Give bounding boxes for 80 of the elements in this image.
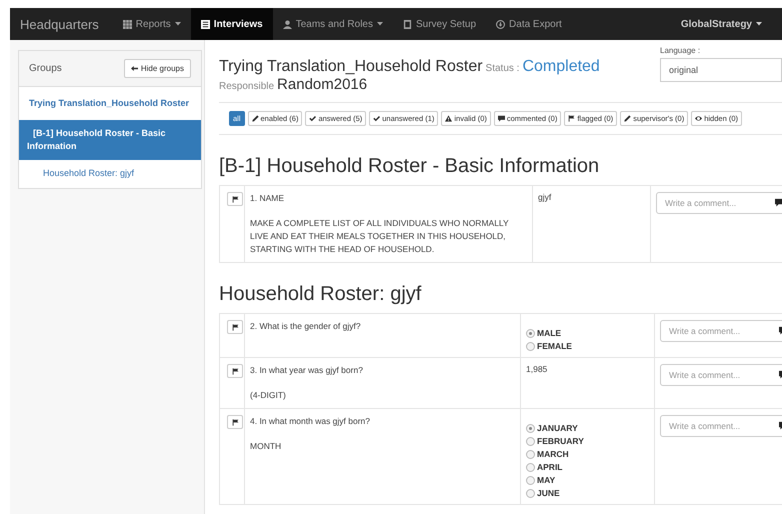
option-label: JUNE [537, 488, 560, 498]
check-icon [309, 115, 316, 122]
question-instruction: MAKE A COMPLETE LIST OF ALL INDIVIDUALS WHO NORMALLY LIVE AND EAT THEIR MEALS TOGETHER IN THIS HOUSEHOLD, STARTING WITH THE HEAD OF HOUSEHOLD. [250, 217, 510, 256]
brand-title[interactable]: Headquarters [10, 8, 113, 40]
question-text: 4. In what month was gjyf born? [250, 415, 372, 428]
radio-option[interactable]: JANUARY [526, 423, 649, 433]
question-instruction: (4-DIGIT) [250, 389, 287, 402]
group-link[interactable]: [B-1] Household Roster - Basic Information [19, 120, 201, 160]
status-label: Status : [486, 63, 520, 74]
flag-button[interactable] [227, 364, 243, 378]
comment-icon [775, 198, 782, 207]
radio-option[interactable]: FEBRUARY [526, 436, 649, 446]
section-heading: Household Roster: gjyf [219, 283, 422, 306]
radio-option[interactable]: MAY [526, 475, 649, 485]
user-icon [282, 20, 292, 28]
radio-option[interactable]: MARCH [526, 449, 649, 459]
question-text: 3. In what year was gjyf born? [250, 364, 364, 377]
nav-link[interactable]: Data Export [486, 8, 572, 40]
language-select[interactable]: original [660, 58, 782, 82]
answer-text: gjyf [538, 192, 552, 202]
option-label: MALE [537, 328, 562, 338]
option-label: JANUARY [537, 423, 578, 433]
option-label: MARCH [537, 449, 569, 459]
hide-groups-button[interactable]: Hide groups [124, 59, 191, 78]
flag-icon [232, 418, 238, 426]
answer-text: 1,985 [526, 364, 548, 374]
nav-link[interactable]: Interviews [190, 8, 273, 40]
radio-button[interactable] [526, 424, 535, 432]
radio-option[interactable]: FEMALE [526, 341, 649, 351]
radio-button[interactable] [526, 462, 535, 472]
comment-field[interactable]: Write a comment... [660, 415, 782, 437]
document-icon [402, 20, 412, 28]
question-text: 1. NAME [250, 192, 286, 205]
flag-icon [232, 324, 238, 330]
question-instruction: MONTH [250, 440, 282, 453]
radio-button[interactable] [526, 328, 535, 338]
radio-option[interactable]: APRIL [526, 462, 649, 472]
radio-option[interactable]: MALE [526, 328, 649, 338]
pencil-icon [252, 115, 259, 122]
option-label: FEMALE [537, 341, 572, 351]
flag-icon [568, 115, 576, 122]
question-text: 2. What is the gender of gjyf? [250, 320, 362, 333]
user-menu[interactable]: GlobalStrategy [680, 8, 762, 40]
arrow-icon [130, 65, 138, 72]
nav-link[interactable]: Teams and Roles [272, 8, 393, 40]
panel-title: Groups [29, 63, 62, 74]
check-icon [373, 115, 380, 122]
interview-title: Trying Translation_Household Roster [219, 58, 483, 75]
flag-icon [232, 196, 238, 202]
flag-button[interactable] [227, 320, 243, 334]
responsible-label: Responsible [219, 81, 274, 92]
flag-icon [232, 368, 238, 374]
flag-button[interactable] [227, 192, 243, 206]
flag-button[interactable] [227, 415, 243, 429]
radio-button[interactable] [526, 450, 535, 458]
responsible-value: Random2016 [277, 76, 368, 93]
status-value: Completed [522, 58, 600, 75]
nav-link[interactable]: Reports [112, 8, 191, 40]
language-label: Language : [660, 46, 702, 55]
option-label: APRIL [537, 462, 562, 472]
comment-field[interactable]: Write a comment... [656, 192, 782, 214]
option-label: FEBRUARY [537, 436, 584, 446]
radio-button[interactable] [526, 476, 535, 484]
radio-button[interactable] [526, 342, 535, 350]
eye-icon [695, 115, 702, 122]
grid-icon [122, 20, 132, 28]
comment-field[interactable]: Write a comment... [660, 364, 782, 386]
caret-icon [756, 22, 762, 26]
warning-icon [445, 115, 452, 122]
pencil-icon [624, 115, 632, 122]
radio-button[interactable] [526, 436, 535, 446]
list-icon [200, 20, 210, 28]
section-heading: [B-1] Household Roster - Basic Information [219, 155, 600, 178]
download-icon [496, 20, 506, 28]
radio-option[interactable]: JUNE [526, 488, 649, 498]
nav-link[interactable]: Survey Setup [392, 8, 486, 40]
option-label: MAY [537, 475, 556, 485]
comment-field[interactable]: Write a comment... [660, 320, 782, 342]
radio-button[interactable] [526, 488, 535, 498]
comment-icon [498, 115, 505, 122]
